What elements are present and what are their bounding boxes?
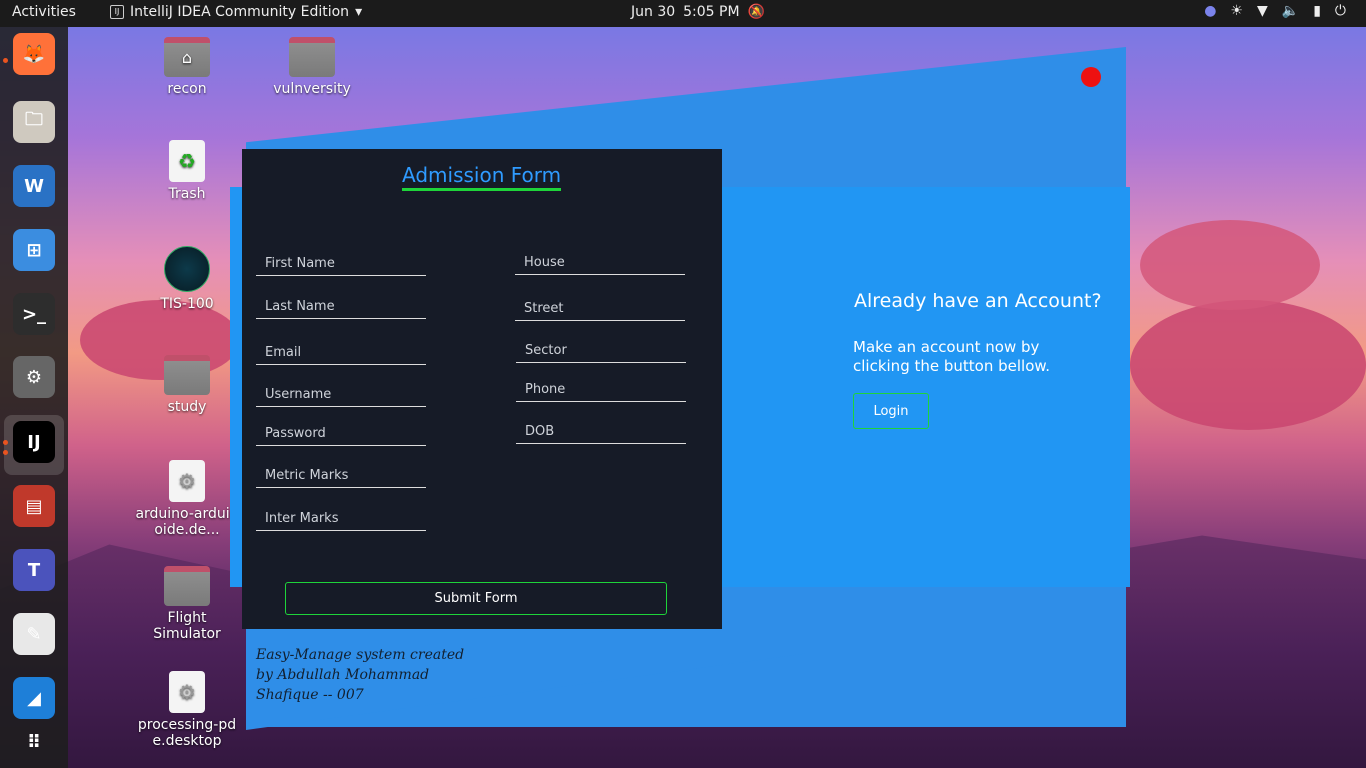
house-field[interactable]: House bbox=[515, 255, 685, 275]
battery-icon: ▮ bbox=[1313, 3, 1321, 19]
wallpaper-cloud bbox=[1140, 220, 1320, 310]
form-title: Admission Form bbox=[402, 163, 562, 191]
activities-button[interactable]: Activities bbox=[12, 4, 76, 20]
desktop-icon-label: study bbox=[167, 399, 207, 415]
files-icon[interactable]: 🗀 bbox=[13, 101, 55, 143]
desktop-icon-flight-simulator[interactable]: Flight Simulator bbox=[132, 566, 242, 642]
admission-form: Admission Form First Name Last Name Emai… bbox=[242, 149, 722, 629]
writer-icon[interactable]: W bbox=[13, 165, 55, 207]
clock-time: 5:05 PM bbox=[683, 4, 740, 20]
desktop-icon-label: vulnversity bbox=[273, 81, 351, 97]
editor-icon[interactable]: ✎ bbox=[13, 613, 55, 655]
running-indicator bbox=[3, 58, 8, 63]
running-indicator bbox=[3, 450, 8, 455]
first-name-field[interactable]: First Name bbox=[256, 256, 426, 276]
terminal-icon[interactable]: >_ bbox=[13, 293, 55, 335]
settings-icon[interactable]: ⚙ bbox=[13, 356, 55, 398]
login-description: Make an account now by clicking the butt… bbox=[853, 338, 1051, 375]
app-menu-label: IntelliJ IDEA Community Edition bbox=[130, 4, 350, 20]
top-bar: Activities IJ IntelliJ IDEA Community Ed… bbox=[0, 0, 1366, 27]
tis100-icon bbox=[164, 246, 210, 292]
teams-icon[interactable]: ● bbox=[1204, 3, 1216, 19]
vscode-icon[interactable]: ◢ bbox=[13, 677, 55, 719]
password-field[interactable]: Password bbox=[256, 426, 426, 446]
gear-icon: ⚙ bbox=[169, 460, 205, 502]
clock[interactable]: Jun 30 5:05 PM 🔕 bbox=[631, 4, 765, 20]
teams-icon[interactable]: T bbox=[13, 549, 55, 591]
clock-date: Jun 30 bbox=[631, 4, 676, 20]
username-field[interactable]: Username bbox=[256, 387, 426, 407]
close-button[interactable] bbox=[1081, 67, 1101, 87]
running-indicator bbox=[3, 440, 8, 445]
apps-icon[interactable]: ⠿ bbox=[13, 721, 55, 763]
credit-text: Easy-Manage system created by Abdullah M… bbox=[256, 647, 465, 703]
home-folder-icon: ⌂ bbox=[164, 37, 210, 77]
brightness-icon: ☀ bbox=[1230, 3, 1243, 19]
intellij-icon[interactable]: IJ bbox=[13, 421, 55, 463]
dob-field[interactable]: DOB bbox=[516, 424, 686, 444]
sector-field[interactable]: Sector bbox=[516, 343, 686, 363]
phone-field[interactable]: Phone bbox=[516, 382, 686, 402]
street-field[interactable]: Street bbox=[515, 301, 685, 321]
submit-form-button[interactable]: Submit Form bbox=[285, 582, 667, 615]
desktop-icon-label: Flight Simulator bbox=[153, 610, 221, 642]
intellij-app-icon: IJ bbox=[110, 5, 124, 19]
desktop-icon-trash[interactable]: ♻ Trash bbox=[132, 140, 242, 202]
app-menu[interactable]: IJ IntelliJ IDEA Community Edition ▾ bbox=[110, 4, 362, 20]
email-field[interactable]: Email bbox=[256, 345, 426, 365]
folder-icon bbox=[164, 566, 210, 606]
gear-icon: ⚙ bbox=[169, 671, 205, 713]
power-icon: ⏻ bbox=[1334, 3, 1346, 19]
desktop-icon-arduino[interactable]: ⚙ arduino-arduinoide.de... bbox=[132, 460, 242, 538]
login-button[interactable]: Login bbox=[853, 393, 929, 429]
desktop-icon-tis100[interactable]: TIS-100 bbox=[132, 246, 242, 312]
metric-marks-field[interactable]: Metric Marks bbox=[256, 468, 426, 488]
desktop-icon-label: Trash bbox=[168, 186, 206, 202]
desktop-icon-vulnversity[interactable]: vulnversity bbox=[257, 37, 367, 97]
remote-icon[interactable]: ▤ bbox=[13, 485, 55, 527]
login-heading: Already have an Account? bbox=[854, 290, 1102, 312]
last-name-field[interactable]: Last Name bbox=[256, 299, 426, 319]
folder-icon bbox=[164, 355, 210, 395]
chevron-down-icon: ▾ bbox=[355, 4, 363, 20]
desktop-icon-recon[interactable]: ⌂ recon bbox=[132, 37, 242, 97]
desktop-icon-processing[interactable]: ⚙ processing-pde.desktop bbox=[132, 671, 242, 749]
firefox-icon[interactable]: 🦊 bbox=[13, 33, 55, 75]
folder-icon bbox=[289, 37, 335, 77]
wallpaper-cloud bbox=[1130, 300, 1366, 430]
desktop-icon-label: TIS-100 bbox=[160, 296, 214, 312]
desktop-icon-label: arduino-arduinoide.de... bbox=[135, 506, 239, 538]
trash-icon: ♻ bbox=[169, 140, 205, 182]
desktop-icon-label: processing-pde.desktop bbox=[137, 717, 237, 749]
desktop-icon-label: recon bbox=[167, 81, 207, 97]
volume-icon: 🔈 bbox=[1281, 3, 1300, 19]
inter-marks-field[interactable]: Inter Marks bbox=[256, 511, 426, 531]
desktop-icon-study[interactable]: study bbox=[132, 355, 242, 415]
dock: 🦊 🗀 W ⊞ >_ ⚙ IJ ▤ T ✎ ◢ ⠿ bbox=[0, 27, 68, 768]
system-tray[interactable]: ● ☀ ▼ 🔈 ▮ ⏻ bbox=[1204, 3, 1346, 19]
wifi-icon: ▼ bbox=[1256, 3, 1268, 19]
notifications-off-icon: 🔕 bbox=[747, 4, 765, 20]
software-icon[interactable]: ⊞ bbox=[13, 229, 55, 271]
